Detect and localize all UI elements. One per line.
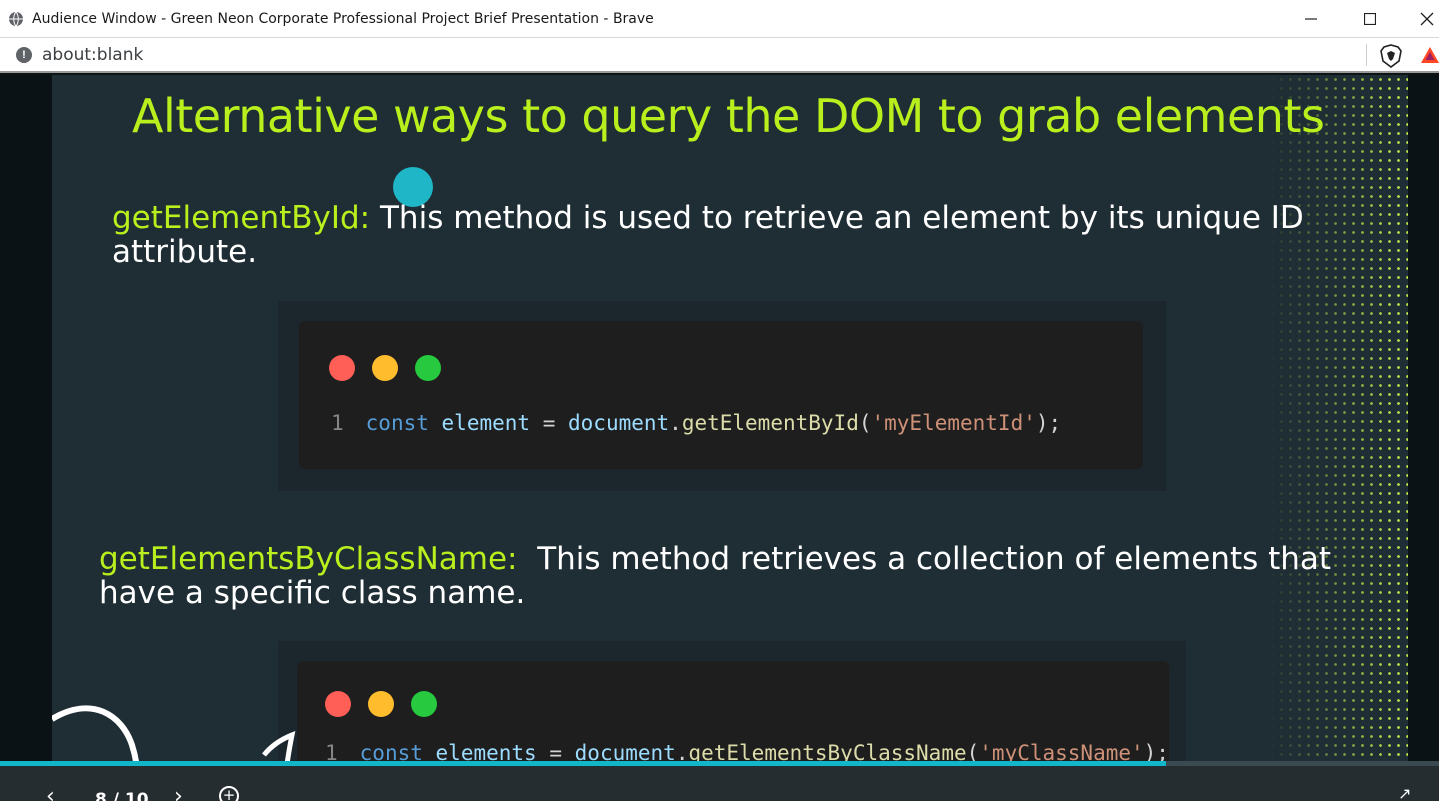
site-info-icon[interactable]: ! (16, 46, 32, 63)
zoom-in-icon[interactable]: + (219, 786, 239, 801)
divider (1366, 44, 1367, 66)
line-number: 1 (331, 411, 344, 435)
maximize-icon (1364, 13, 1376, 25)
dot-pattern-decoration (1268, 75, 1408, 801)
next-slide-button[interactable]: › (174, 784, 183, 801)
red-dot-icon (325, 691, 351, 717)
window-dots (329, 355, 441, 381)
presentation-stage: Alternative ways to query the DOM to gra… (0, 75, 1439, 801)
brave-shield-icon[interactable] (1380, 44, 1402, 68)
maximize-button[interactable] (1347, 0, 1393, 38)
getelementbyid-description: getElementById: This method is used to r… (112, 201, 1342, 269)
presenter-controls: ‹ 8 / 10 › + ↗ (0, 766, 1439, 801)
slide: Alternative ways to query the DOM to gra… (52, 75, 1408, 801)
rewards-icon[interactable] (1420, 46, 1439, 64)
code-token: ( (858, 411, 872, 435)
green-dot-icon (411, 691, 437, 717)
code-token: . (669, 411, 682, 435)
code-token: document (568, 411, 670, 435)
code-token: const (365, 411, 429, 435)
red-dot-icon (329, 355, 355, 381)
green-dot-icon (415, 355, 441, 381)
code-line: 1 const element = document.getElementById… (331, 411, 1061, 435)
close-button[interactable] (1404, 0, 1439, 38)
code-token: 'myElementId' (871, 411, 1036, 435)
getelementsbyclassname-description: getElementsByClassName: This method retr… (99, 542, 1339, 610)
method-name: getElementsByClassName: (99, 541, 518, 577)
window-title: Audience Window - Green Neon Corporate P… (32, 10, 654, 27)
minimize-button[interactable] (1288, 0, 1334, 38)
url-field[interactable]: about:blank (42, 45, 143, 65)
code-token: getElementById (681, 411, 859, 435)
window-dots (325, 691, 437, 717)
yellow-dot-icon (372, 355, 398, 381)
expand-icon[interactable]: ↗ (1398, 784, 1411, 801)
globe-icon (9, 11, 23, 26)
code-token: ); (1035, 411, 1062, 435)
code-block: 1 const element = document.getElementById… (299, 321, 1143, 469)
code-token: element (441, 411, 531, 435)
code-token: = (542, 411, 556, 435)
slide-title: Alternative ways to query the DOM to gra… (132, 89, 1325, 143)
close-icon (1420, 12, 1434, 26)
address-bar: ! about:blank (0, 38, 1439, 73)
method-name: getElementById: (112, 200, 371, 236)
title-bar: Audience Window - Green Neon Corporate P… (0, 0, 1439, 38)
previous-slide-button[interactable]: ‹ (46, 784, 55, 801)
yellow-dot-icon (368, 691, 394, 717)
page-indicator: 8 / 10 (95, 790, 149, 801)
minimize-icon (1305, 18, 1317, 20)
